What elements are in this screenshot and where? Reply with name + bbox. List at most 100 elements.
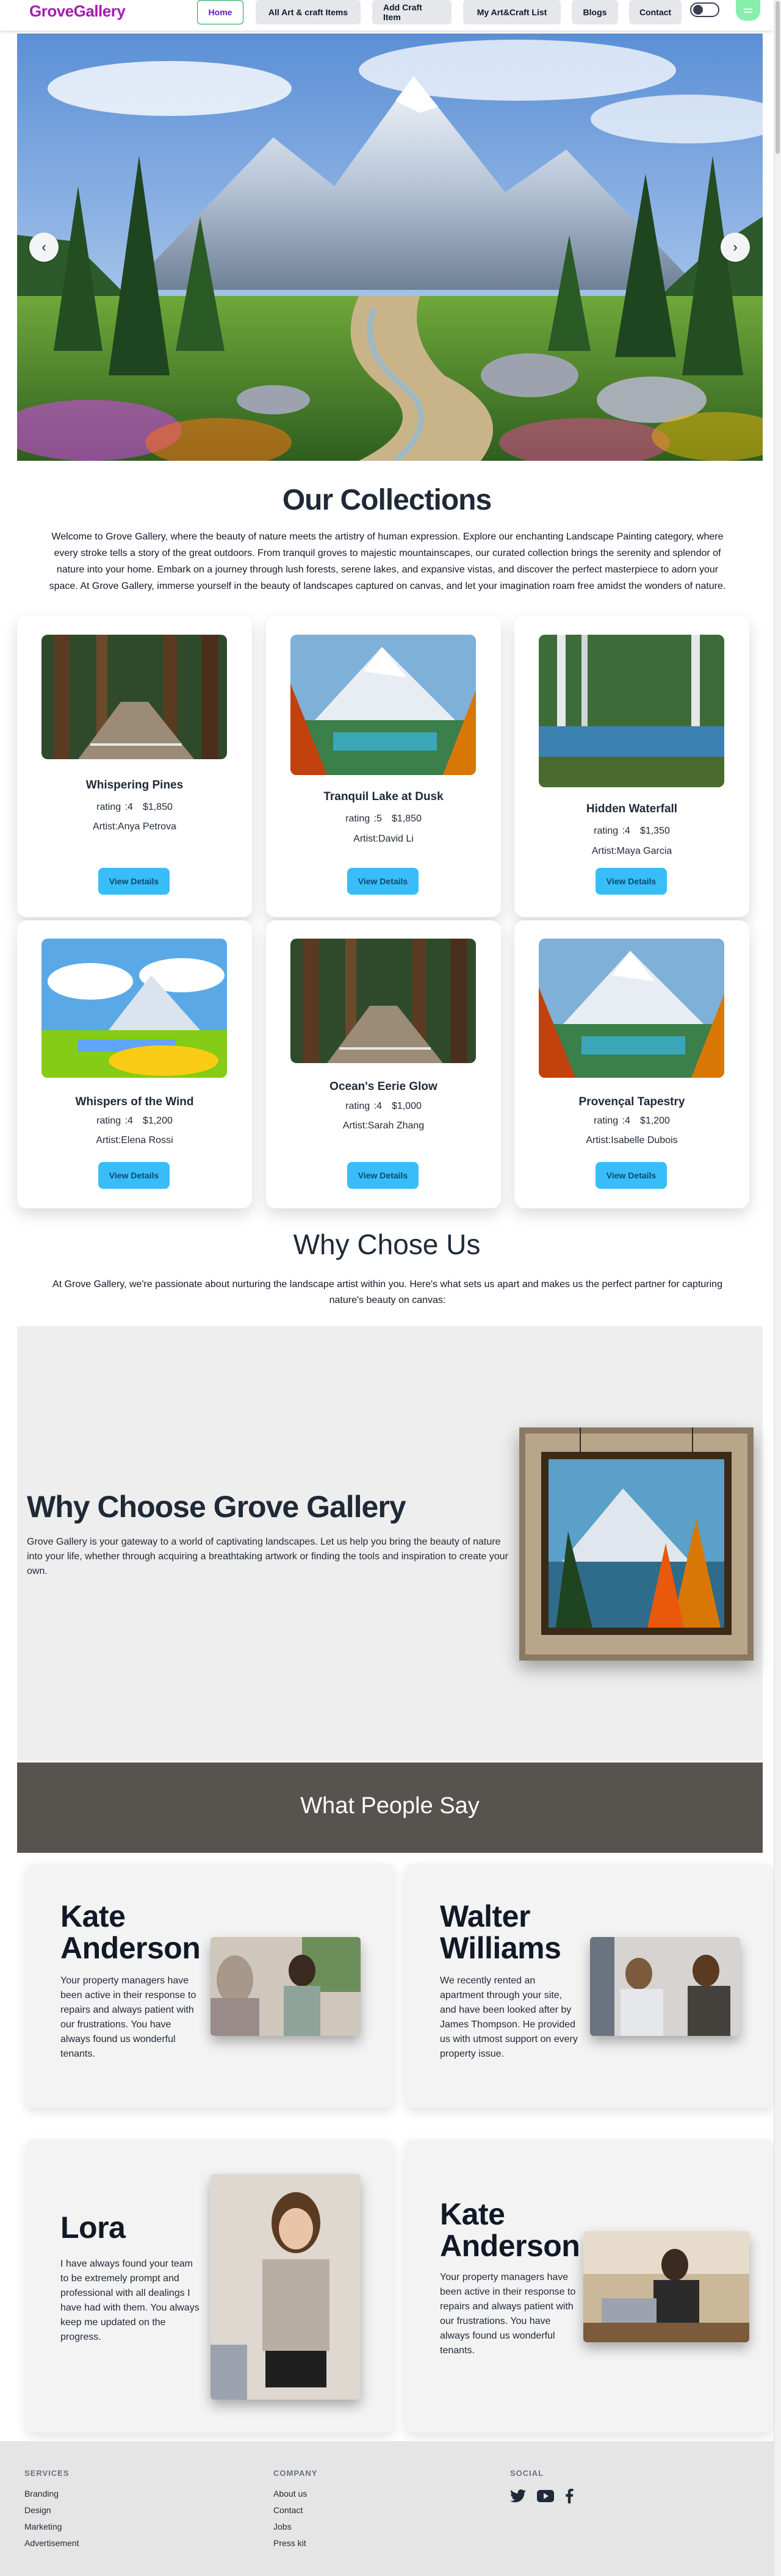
view-details-button[interactable]: View Details (347, 1162, 419, 1189)
youtube-icon[interactable] (537, 2490, 554, 2502)
testimonials-title: What People Say (300, 1793, 480, 1819)
art-artist: Artist:Isabelle Dubois (586, 1135, 678, 1145)
why-text: Grove Gallery is your gateway to a world… (27, 1537, 508, 1576)
footer-link[interactable]: Contact (273, 2505, 317, 2516)
art-price: $1,350 (639, 826, 670, 836)
art-rating: rating :4 (96, 802, 133, 812)
hero-carousel: ‹ › (17, 34, 763, 461)
art-title: Whispering Pines (85, 779, 184, 792)
footer-heading: SOCIAL (510, 2469, 544, 2478)
logo[interactable]: GroveGallery (29, 2, 126, 21)
scrollbar[interactable] (774, 0, 781, 2576)
art-price: $1,200 (639, 1116, 670, 1126)
art-artist: Artist:David Li (353, 834, 414, 844)
testimonial-card: Lora I have always found your team to be… (26, 2140, 394, 2433)
art-meta: rating :4 $1,350 (514, 826, 749, 837)
why-intro: At Grove Gallery, we're passionate about… (52, 1279, 722, 1305)
testimonial-photo (590, 1937, 740, 2036)
nav-home[interactable]: Home (197, 0, 243, 24)
view-details-button[interactable]: View Details (347, 868, 419, 895)
user-avatar[interactable] (736, 0, 760, 21)
carousel-prev-button[interactable]: ‹ (29, 233, 59, 262)
art-card: Provençal Tapestry rating :4 $1,200 Artis… (514, 920, 749, 1208)
art-price: $1,850 (142, 802, 173, 812)
art-image (290, 939, 476, 1063)
testimonial-photo (211, 2174, 361, 2400)
testimonial-name: Kate Anderson (440, 2197, 580, 2263)
art-image (290, 635, 476, 775)
art-card: Tranquil Lake at Dusk rating :5 $1,850 Ar… (266, 615, 501, 917)
nav-all-items[interactable]: All Art & craft Items (256, 0, 361, 24)
carousel-next-button[interactable]: › (721, 233, 750, 262)
art-rating: rating :4 (345, 1101, 382, 1111)
framed-painting-image (519, 1427, 754, 1661)
footer-link[interactable]: Press kit (273, 2538, 317, 2549)
art-title: Tranquil Lake at Dusk (323, 790, 444, 803)
art-meta: rating :5 $1,850 (266, 814, 501, 824)
art-card: Whispering Pines rating :4 $1,850 Artist:… (17, 615, 252, 917)
testimonial-photo (211, 1937, 361, 2036)
footer-link[interactable]: Advertisement (24, 2538, 79, 2549)
testimonial-card: Kate Anderson Your property managers hav… (26, 1864, 394, 2108)
art-price: $1,850 (391, 814, 422, 824)
art-image (41, 939, 227, 1078)
art-price: $1,000 (391, 1101, 422, 1111)
testimonial-photo (583, 2231, 749, 2342)
footer-social: SOCIAL (510, 2469, 574, 2503)
nav-contact[interactable]: Contact (629, 0, 682, 24)
footer-link[interactable]: Branding (24, 2489, 79, 2499)
art-title: Provençal Tapestry (578, 1095, 685, 1108)
art-meta: rating :4 $1,200 (17, 1116, 252, 1127)
page: GroveGallery Home All Art & craft Items … (0, 0, 781, 2576)
art-image (539, 635, 724, 787)
art-price: $1,200 (142, 1116, 173, 1126)
art-title: Ocean's Eerie Glow (329, 1080, 437, 1093)
art-card: Whispers of the Wind rating :4 $1,200 Art… (17, 920, 252, 1208)
art-card: Hidden Waterfall rating :4 $1,350 Artist:… (514, 615, 749, 917)
footer-link[interactable]: About us (273, 2489, 317, 2499)
view-details-button[interactable]: View Details (98, 1162, 170, 1189)
testimonial-card: Walter Williams We recently rented an ap… (406, 1864, 773, 2108)
testimonial-text: Your property managers have been active … (60, 1975, 196, 2059)
testimonial-name: Walter Williams (440, 1899, 561, 1965)
hero-landscape-image (17, 34, 763, 461)
art-artist: Artist:Anya Petrova (93, 821, 176, 832)
view-details-button[interactable]: View Details (596, 1162, 667, 1189)
art-artist: Artist:Maya Garcia (591, 846, 672, 856)
view-details-button[interactable]: View Details (98, 868, 170, 895)
nav-my-list[interactable]: My Art&Craft List (463, 0, 561, 24)
footer-heading: SERVICES (24, 2469, 70, 2478)
art-rating: rating :4 (594, 826, 630, 836)
footer-link[interactable]: Jobs (273, 2522, 317, 2532)
testimonial-text: Your property managers have been active … (440, 2272, 576, 2356)
toggle-knob (693, 5, 703, 15)
footer-link[interactable]: Marketing (24, 2522, 79, 2532)
testimonial-name: Kate Anderson (60, 1899, 201, 1965)
footer-services: SERVICES Branding Design Marketing Adver… (24, 2469, 79, 2555)
testimonials-banner: What People Say (17, 1762, 763, 1853)
facebook-icon[interactable] (565, 2489, 574, 2503)
testimonial-name: Lora (60, 2210, 126, 2245)
art-rating: rating :4 (594, 1116, 630, 1126)
why-heading: Why Choose Grove Gallery (27, 1490, 406, 1524)
art-artist: Artist:Elena Rossi (96, 1135, 173, 1145)
footer-company: COMPANY About us Contact Jobs Press kit (273, 2469, 317, 2555)
art-meta: rating :4 $1,200 (514, 1116, 749, 1127)
art-image (41, 635, 227, 759)
art-title: Hidden Waterfall (586, 803, 678, 815)
testimonial-text: I have always found your team to be extr… (60, 2259, 200, 2342)
art-artist: Artist:Sarah Zhang (342, 1120, 425, 1131)
art-card: Ocean's Eerie Glow rating :4 $1,000 Artis… (266, 920, 501, 1208)
collections-intro: Welcome to Grove Gallery, where the beau… (49, 532, 726, 591)
art-title: Whispers of the Wind (75, 1095, 194, 1108)
view-details-button[interactable]: View Details (596, 868, 667, 895)
footer-link[interactable]: Design (24, 2505, 79, 2516)
theme-toggle[interactable] (690, 2, 719, 17)
nav-blogs[interactable]: Blogs (572, 0, 618, 24)
twitter-icon[interactable] (510, 2489, 526, 2503)
social-links (510, 2489, 574, 2503)
art-image (539, 939, 724, 1078)
scrollbar-thumb[interactable] (776, 1, 780, 154)
nav-add-craft[interactable]: Add Craft Item (372, 0, 452, 24)
art-meta: rating :4 $1,000 (266, 1101, 501, 1112)
